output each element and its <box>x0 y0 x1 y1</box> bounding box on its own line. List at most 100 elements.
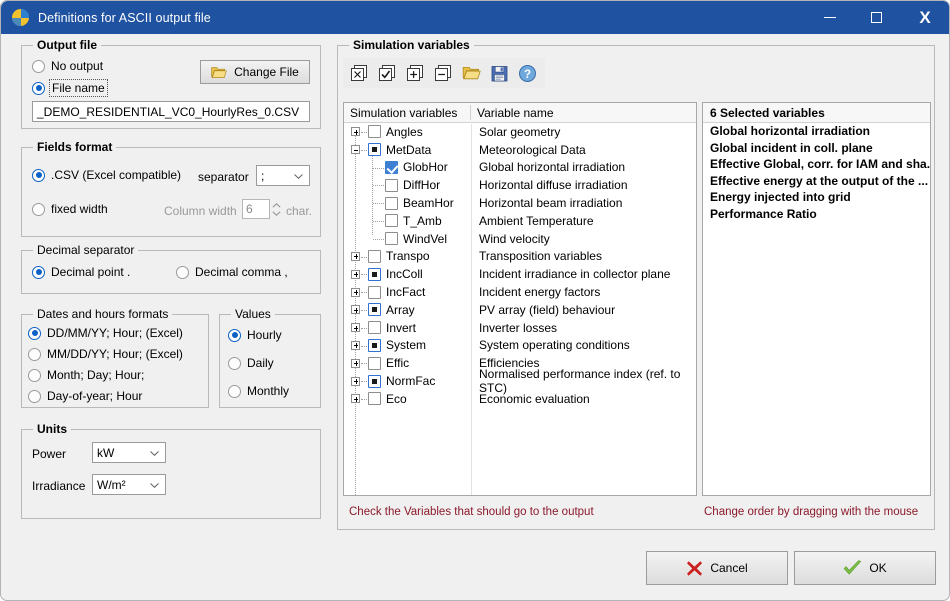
power-unit-select[interactable]: kW <box>92 442 166 463</box>
variable-checkbox[interactable] <box>385 196 398 210</box>
radio-csv[interactable]: .CSV (Excel compatible) <box>32 168 181 182</box>
variable-description: PV array (field) behaviour <box>479 302 616 317</box>
uncheck-all-icon[interactable] <box>350 64 369 83</box>
variable-checkbox[interactable] <box>385 232 398 246</box>
variable-checkbox[interactable] <box>368 321 381 335</box>
expand-node-icon[interactable] <box>351 251 360 261</box>
variable-checkbox[interactable] <box>385 178 398 192</box>
open-folder-icon[interactable] <box>462 64 481 83</box>
variable-description: Transposition variables <box>479 249 602 264</box>
variable-checkbox[interactable] <box>385 214 398 228</box>
selected-variables-list[interactable]: 6 Selected variables Global horizontal i… <box>702 102 931 496</box>
tree-row[interactable]: Transpo Transposition variables <box>344 248 696 266</box>
variable-description: Ambient Temperature <box>479 213 594 228</box>
variable-checkbox[interactable] <box>368 338 381 352</box>
close-button[interactable]: X <box>899 1 949 34</box>
expand-node-icon[interactable] <box>351 340 360 350</box>
tree-row[interactable]: IncFact Incident energy factors <box>344 283 696 301</box>
radio-values-daily[interactable]: Daily <box>228 356 274 370</box>
expand-all-icon[interactable] <box>406 64 425 83</box>
variable-checkbox[interactable] <box>368 303 381 317</box>
tree-connector <box>361 345 367 347</box>
ok-label: OK <box>869 561 887 575</box>
variable-checkbox[interactable] <box>368 392 381 406</box>
tree-row[interactable]: GlobHor Global horizontal irradiation <box>344 159 696 177</box>
save-disk-icon[interactable] <box>490 64 509 83</box>
expand-node-icon[interactable] <box>351 127 360 137</box>
selected-variable-item[interactable]: Effective energy at the output of the ..… <box>703 173 930 190</box>
minimize-button[interactable] <box>807 1 853 34</box>
tree-row[interactable]: NormFac Normalised performance index (ref… <box>344 367 696 395</box>
chevron-down-icon <box>150 482 159 488</box>
tree-connector <box>361 274 367 276</box>
separator-select[interactable]: ; <box>256 165 310 186</box>
maximize-button[interactable] <box>853 1 899 34</box>
variable-description: Incident irradiance in collector plane <box>479 267 671 282</box>
variables-tree[interactable]: Simulation variables Variable name Angle… <box>343 102 697 496</box>
output-file-group: Output file No output File name Change F… <box>21 38 321 129</box>
tree-row[interactable]: T_Amb Ambient Temperature <box>344 212 696 230</box>
expand-node-icon[interactable] <box>351 269 360 279</box>
variable-description: Inverter losses <box>479 320 558 335</box>
selected-variable-item[interactable]: Effective Global, corr. for IAM and sha.… <box>703 156 930 173</box>
check-all-icon[interactable] <box>378 64 397 83</box>
variable-checkbox[interactable] <box>368 374 381 388</box>
tree-row[interactable]: BeamHor Horizontal beam irradiation <box>344 194 696 212</box>
tree-row[interactable]: Array PV array (field) behaviour <box>344 301 696 319</box>
tree-connector <box>373 167 384 169</box>
variable-checkbox[interactable] <box>368 125 381 139</box>
radio-values-monthly[interactable]: Monthly <box>228 384 289 398</box>
variable-code: IncColl <box>386 267 423 282</box>
radio-date-format-0[interactable]: DD/MM/YY; Hour; (Excel) <box>28 326 183 340</box>
radio-file-name-label: File name <box>49 79 108 97</box>
selected-variable-item[interactable]: Global incident in coll. plane <box>703 140 930 157</box>
radio-values-hourly-label: Hourly <box>247 328 282 342</box>
radio-file-name[interactable]: File name <box>32 79 108 97</box>
column-width-stepper[interactable] <box>272 199 281 219</box>
ok-button[interactable]: OK <box>794 551 936 585</box>
radio-values-hourly[interactable]: Hourly <box>228 328 282 342</box>
column-width-input[interactable]: 6 <box>242 199 270 219</box>
variable-checkbox[interactable] <box>385 160 398 174</box>
selected-variable-item[interactable]: Performance Ratio <box>703 206 930 223</box>
tree-row[interactable]: Invert Inverter losses <box>344 319 696 337</box>
radio-no-output[interactable]: No output <box>32 59 103 73</box>
collapse-node-icon[interactable] <box>351 145 360 155</box>
expand-node-icon[interactable] <box>351 323 360 333</box>
radio-decimal-comma-label: Decimal comma , <box>195 265 288 279</box>
radio-date-format-1[interactable]: MM/DD/YY; Hour; (Excel) <box>28 347 183 361</box>
tree-row[interactable]: DiffHor Horizontal diffuse irradiation <box>344 176 696 194</box>
selected-variable-item[interactable]: Global horizontal irradiation <box>703 123 930 140</box>
tree-row[interactable]: Eco Economic evaluation <box>344 390 696 408</box>
radio-date-format-2[interactable]: Month; Day; Hour; <box>28 368 144 382</box>
tree-row[interactable]: IncColl Incident irradiance in collector … <box>344 265 696 283</box>
expand-node-icon[interactable] <box>351 305 360 315</box>
radio-decimal-comma[interactable]: Decimal comma , <box>176 265 288 279</box>
radio-decimal-point[interactable]: Decimal point . <box>32 265 130 279</box>
separator-value: ; <box>261 168 265 183</box>
tree-row[interactable]: WindVel Wind velocity <box>344 230 696 248</box>
expand-node-icon[interactable] <box>351 376 360 386</box>
tree-connector <box>361 256 367 258</box>
expand-node-icon[interactable] <box>351 394 360 404</box>
change-file-button[interactable]: Change File <box>200 60 310 84</box>
irradiance-unit-select[interactable]: W/m² <box>92 474 166 495</box>
selected-variable-item[interactable]: Energy injected into grid <box>703 189 930 206</box>
variable-checkbox[interactable] <box>368 285 381 299</box>
power-unit-value: kW <box>97 445 115 460</box>
variable-checkbox[interactable] <box>368 143 381 157</box>
variable-checkbox[interactable] <box>368 356 381 370</box>
cancel-button[interactable]: Cancel <box>646 551 788 585</box>
tree-row[interactable]: System System operating conditions <box>344 337 696 355</box>
radio-date-format-3[interactable]: Day-of-year; Hour <box>28 389 142 403</box>
expand-node-icon[interactable] <box>351 358 360 368</box>
help-icon[interactable]: ? <box>518 64 537 83</box>
tree-row[interactable]: Angles Solar geometry <box>344 123 696 141</box>
file-path-input[interactable]: _DEMO_RESIDENTIAL_VC0_HourlyRes_0.CSV <box>32 101 310 122</box>
expand-node-icon[interactable] <box>351 287 360 297</box>
variable-checkbox[interactable] <box>368 249 381 263</box>
radio-fixed-width[interactable]: fixed width <box>32 202 108 216</box>
tree-row[interactable]: MetData Meteorological Data <box>344 141 696 159</box>
variable-checkbox[interactable] <box>368 267 381 281</box>
collapse-all-icon[interactable] <box>434 64 453 83</box>
